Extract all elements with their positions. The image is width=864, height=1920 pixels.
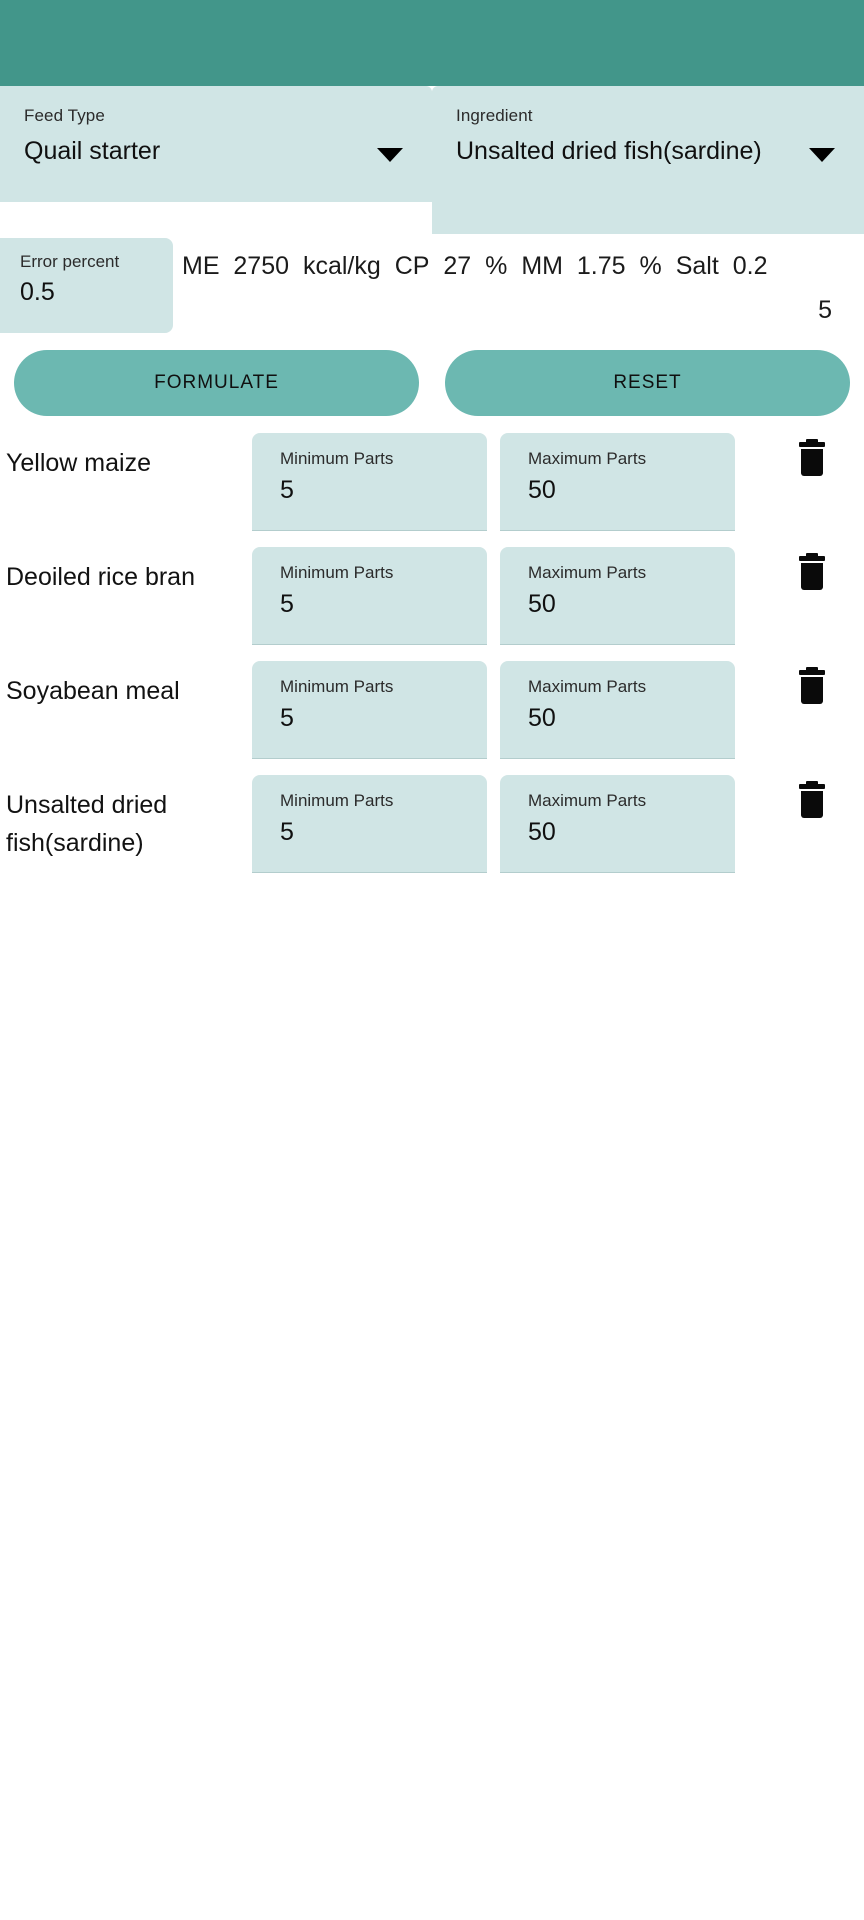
trash-body	[801, 449, 823, 476]
ingredient-row: Yellow maize Minimum Parts 5 Maximum Parts 5…	[0, 428, 864, 542]
minimum-parts-value: 5	[280, 704, 294, 732]
ingredient-row: Deoiled rice bran Minimum Parts 5 Maximum P…	[0, 542, 864, 656]
nutrient-item: CP 27 %	[395, 252, 508, 280]
maximum-parts-label: Maximum Parts	[528, 791, 647, 810]
minimum-parts-label: Minimum Parts	[280, 677, 394, 696]
nutrient-item: Salt 0.2	[676, 252, 768, 280]
chevron-down-icon[interactable]	[377, 148, 403, 162]
minimum-parts-field[interactable]: Minimum Parts 5	[252, 547, 487, 645]
minimum-parts-label: Minimum Parts	[280, 449, 394, 468]
trash-lid	[799, 784, 825, 789]
minimum-parts-field[interactable]: Minimum Parts 5	[252, 661, 487, 759]
ingredient-row-name: Deoiled rice bran	[6, 563, 195, 591]
maximum-parts-label: Maximum Parts	[528, 449, 647, 468]
trash-icon[interactable]	[797, 667, 827, 706]
ingredient-row: Soyabean meal Minimum Parts 5 Maximum Parts…	[0, 656, 864, 770]
nutrient-name: ME	[182, 252, 220, 280]
nutrient-item: ME 2750 kcal/kg	[182, 252, 381, 280]
feed-type-value: Quail starter	[24, 137, 161, 165]
nutrient-unit: %	[485, 252, 508, 280]
maximum-parts-field[interactable]: Maximum Parts 50	[500, 547, 735, 645]
nutrient-name: MM	[521, 252, 563, 280]
nutrient-name: Salt	[675, 252, 719, 280]
maximum-parts-value: 50	[528, 476, 556, 504]
trash-lid	[799, 442, 825, 447]
nutrient-unit: %	[639, 252, 662, 280]
spec-row: Error percent 0.5 ME 2750 kcal/kg CP 27 %…	[0, 238, 864, 338]
reset-button[interactable]: RESET	[445, 350, 850, 416]
trash-body	[801, 563, 823, 590]
trash-icon[interactable]	[797, 781, 827, 820]
maximum-parts-label: Maximum Parts	[528, 677, 647, 696]
trash-body	[801, 677, 823, 704]
ingredient-rows: Yellow maize Minimum Parts 5 Maximum Parts 5…	[0, 428, 864, 884]
maximum-parts-field[interactable]: Maximum Parts 50	[500, 433, 735, 531]
nutrient-value: 1.75	[576, 252, 626, 280]
ingredient-row: Unsalted dried fish(sardine) Minimum Part…	[0, 770, 864, 884]
error-percent-field[interactable]: Error percent 0.5	[0, 238, 173, 333]
minimum-parts-label: Minimum Parts	[280, 791, 394, 810]
trash-body	[801, 791, 823, 818]
maximum-parts-label: Maximum Parts	[528, 563, 647, 582]
chevron-down-icon[interactable]	[809, 148, 835, 162]
feed-type-label: Feed Type	[24, 106, 105, 125]
nutrient-value: 0.2	[732, 252, 768, 280]
minimum-parts-value: 5	[280, 476, 294, 504]
action-buttons: FORMULATE RESET	[0, 350, 864, 416]
trash-lid	[799, 556, 825, 561]
trash-icon[interactable]	[797, 553, 827, 592]
ingredient-row-name: Unsalted dried fish(sardine)	[6, 791, 168, 857]
trash-icon[interactable]	[797, 439, 827, 478]
minimum-parts-value: 5	[280, 818, 294, 846]
app-bar	[0, 0, 864, 86]
nutrient-name: CP	[394, 252, 430, 280]
nutrient-summary: ME 2750 kcal/kg CP 27 % MM 1.75 % Salt 0.2 5	[182, 244, 832, 332]
minimum-parts-label: Minimum Parts	[280, 563, 394, 582]
error-percent-value: 0.5	[20, 278, 55, 306]
maximum-parts-field[interactable]: Maximum Parts 50	[500, 661, 735, 759]
selector-row: Feed Type Quail starter Ingredient Unsal…	[0, 86, 864, 234]
minimum-parts-field[interactable]: Minimum Parts 5	[252, 433, 487, 531]
error-percent-label: Error percent	[20, 252, 120, 271]
nutrient-value: 2750	[233, 252, 290, 280]
nutrient-value: 27	[443, 252, 472, 280]
maximum-parts-value: 50	[528, 818, 556, 846]
ingredient-dropdown[interactable]: Ingredient Unsalted dried fish(sardine)	[432, 86, 864, 234]
ingredient-row-name: Soyabean meal	[6, 677, 180, 705]
maximum-parts-field[interactable]: Maximum Parts 50	[500, 775, 735, 873]
nutrient-item: MM 1.75 %	[521, 252, 661, 280]
minimum-parts-value: 5	[280, 590, 294, 618]
formulate-button[interactable]: FORMULATE	[14, 350, 419, 416]
trash-lid	[799, 670, 825, 675]
nutrient-value-wrap: 5	[818, 296, 832, 324]
feed-type-dropdown[interactable]: Feed Type Quail starter	[0, 86, 432, 202]
minimum-parts-field[interactable]: Minimum Parts 5	[252, 775, 487, 873]
ingredient-label: Ingredient	[456, 106, 533, 125]
maximum-parts-value: 50	[528, 590, 556, 618]
maximum-parts-value: 50	[528, 704, 556, 732]
ingredient-value: Unsalted dried fish(sardine)	[456, 137, 762, 165]
ingredient-row-name: Yellow maize	[6, 449, 151, 477]
nutrient-unit: kcal/kg	[302, 252, 381, 280]
